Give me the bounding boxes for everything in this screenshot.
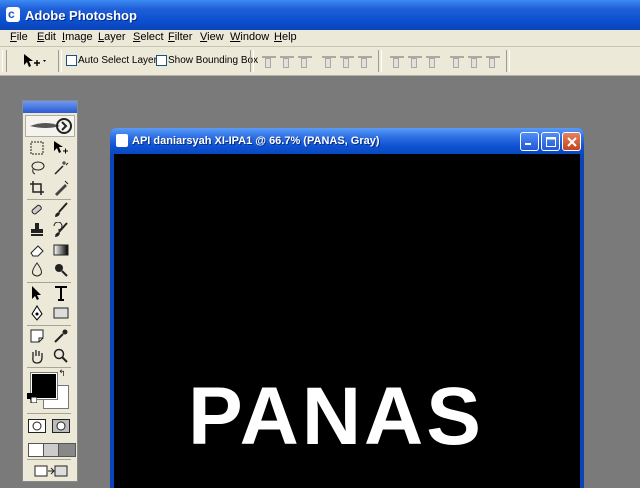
align-vcenter-icon[interactable]	[280, 54, 294, 68]
notes-tool-icon[interactable]	[27, 327, 47, 345]
menu-bar: File Edit Image Layer Select Filter View…	[0, 30, 640, 47]
maximize-icon	[545, 136, 556, 147]
healing-brush-tool-icon[interactable]	[27, 201, 47, 219]
jump-to-imageready-icon[interactable]	[31, 462, 71, 480]
options-separator	[58, 50, 62, 72]
menu-select[interactable]: Select	[133, 31, 164, 43]
options-bar: Auto Select Layer Show Bounding Box	[0, 47, 640, 76]
options-separator	[506, 50, 510, 72]
photoshop-feather-icon[interactable]	[25, 115, 75, 137]
move-tool-icon[interactable]	[22, 53, 48, 69]
slice-tool-icon[interactable]	[51, 179, 71, 197]
menu-layer[interactable]: Layer	[98, 31, 126, 43]
marquee-tool-icon[interactable]	[27, 139, 47, 157]
blur-tool-icon[interactable]	[27, 261, 47, 279]
minimize-icon	[525, 143, 531, 145]
options-separator	[250, 50, 254, 72]
menu-image[interactable]: Image	[62, 31, 93, 43]
show-bounding-checkbox[interactable]	[156, 55, 167, 66]
document-title: API daniarsyah XI-IPA1 @ 66.7% (PANAS, G…	[132, 135, 380, 147]
toolbox-separator	[27, 199, 71, 200]
toolbox-separator	[27, 325, 71, 326]
eyedropper-tool-icon[interactable]	[51, 327, 71, 345]
align-right-icon[interactable]	[358, 54, 372, 68]
align-left-icon[interactable]	[322, 54, 336, 68]
align-top-icon[interactable]	[262, 54, 276, 68]
zoom-tool-icon[interactable]	[51, 347, 71, 365]
pen-tool-icon[interactable]	[27, 304, 47, 322]
photoshop-icon[interactable]: c	[6, 7, 20, 22]
document-icon[interactable]	[116, 134, 128, 147]
close-icon	[566, 136, 577, 147]
app-title-bar[interactable]: c Adobe Photoshop	[0, 0, 640, 30]
dodge-tool-icon[interactable]	[51, 261, 71, 279]
distribute-top-icon[interactable]	[390, 54, 404, 68]
minimize-button[interactable]	[520, 132, 539, 151]
toolbox-separator	[27, 459, 71, 460]
standard-mode-icon[interactable]	[27, 417, 47, 435]
toolbox-separator	[27, 282, 71, 283]
brush-tool-icon[interactable]	[51, 201, 71, 219]
distribute-buttons	[390, 54, 440, 68]
document-window: API daniarsyah XI-IPA1 @ 66.7% (PANAS, G…	[110, 128, 584, 488]
history-brush-tool-icon[interactable]	[51, 221, 71, 239]
align-hcenter-icon[interactable]	[340, 54, 354, 68]
quick-mask-mode-icon[interactable]	[51, 417, 71, 435]
menu-view[interactable]: View	[200, 31, 224, 43]
align-bottom-icon[interactable]	[298, 54, 312, 68]
move-tool-icon[interactable]	[51, 139, 71, 157]
auto-select-checkbox[interactable]	[66, 55, 77, 66]
auto-select-label: Auto Select Layer	[78, 55, 157, 66]
distribute-vcenter-icon[interactable]	[408, 54, 422, 68]
menu-help[interactable]: Help	[274, 31, 297, 43]
app-title: Adobe Photoshop	[25, 8, 137, 23]
menu-edit[interactable]: Edit	[37, 31, 56, 43]
options-separator	[378, 50, 382, 72]
options-bar-grip[interactable]	[2, 50, 7, 72]
maximize-button[interactable]	[541, 132, 560, 151]
close-button[interactable]	[562, 132, 581, 151]
distribute-right-icon[interactable]	[486, 54, 500, 68]
menu-filter[interactable]: Filter	[168, 31, 192, 43]
lasso-tool-icon[interactable]	[27, 159, 47, 177]
eraser-tool-icon[interactable]	[27, 241, 47, 259]
rectangle-tool-icon[interactable]	[51, 304, 71, 322]
toolbox-separator	[27, 413, 71, 414]
hand-tool-icon[interactable]	[27, 347, 47, 365]
magic-wand-tool-icon[interactable]	[51, 159, 71, 177]
default-colors-icon[interactable]	[27, 393, 37, 403]
document-canvas[interactable]: PANAS	[114, 154, 580, 488]
distribute-hcenter-icon[interactable]	[468, 54, 482, 68]
type-tool-icon[interactable]	[51, 284, 71, 302]
document-title-bar[interactable]: API daniarsyah XI-IPA1 @ 66.7% (PANAS, G…	[110, 128, 584, 154]
swap-colors-icon[interactable]: ↰	[55, 367, 69, 379]
toolbox-title-bar[interactable]	[23, 101, 77, 113]
canvas-text-layer[interactable]: PANAS	[188, 376, 484, 458]
path-selection-tool-icon[interactable]	[27, 284, 47, 302]
align-buttons	[262, 54, 312, 68]
show-bounding-label: Show Bounding Box	[168, 55, 259, 66]
gradient-tool-icon[interactable]	[51, 241, 71, 259]
align-buttons-2	[322, 54, 372, 68]
crop-tool-icon[interactable]	[27, 179, 47, 197]
distribute-bottom-icon[interactable]	[426, 54, 440, 68]
menu-window[interactable]: Window	[230, 31, 269, 43]
menu-file[interactable]: File	[10, 31, 28, 43]
toolbox: ↰	[22, 100, 78, 482]
clone-stamp-tool-icon[interactable]	[27, 221, 47, 239]
screen-mode-full-icon[interactable]	[58, 443, 76, 457]
distribute-buttons-2	[450, 54, 500, 68]
distribute-left-icon[interactable]	[450, 54, 464, 68]
